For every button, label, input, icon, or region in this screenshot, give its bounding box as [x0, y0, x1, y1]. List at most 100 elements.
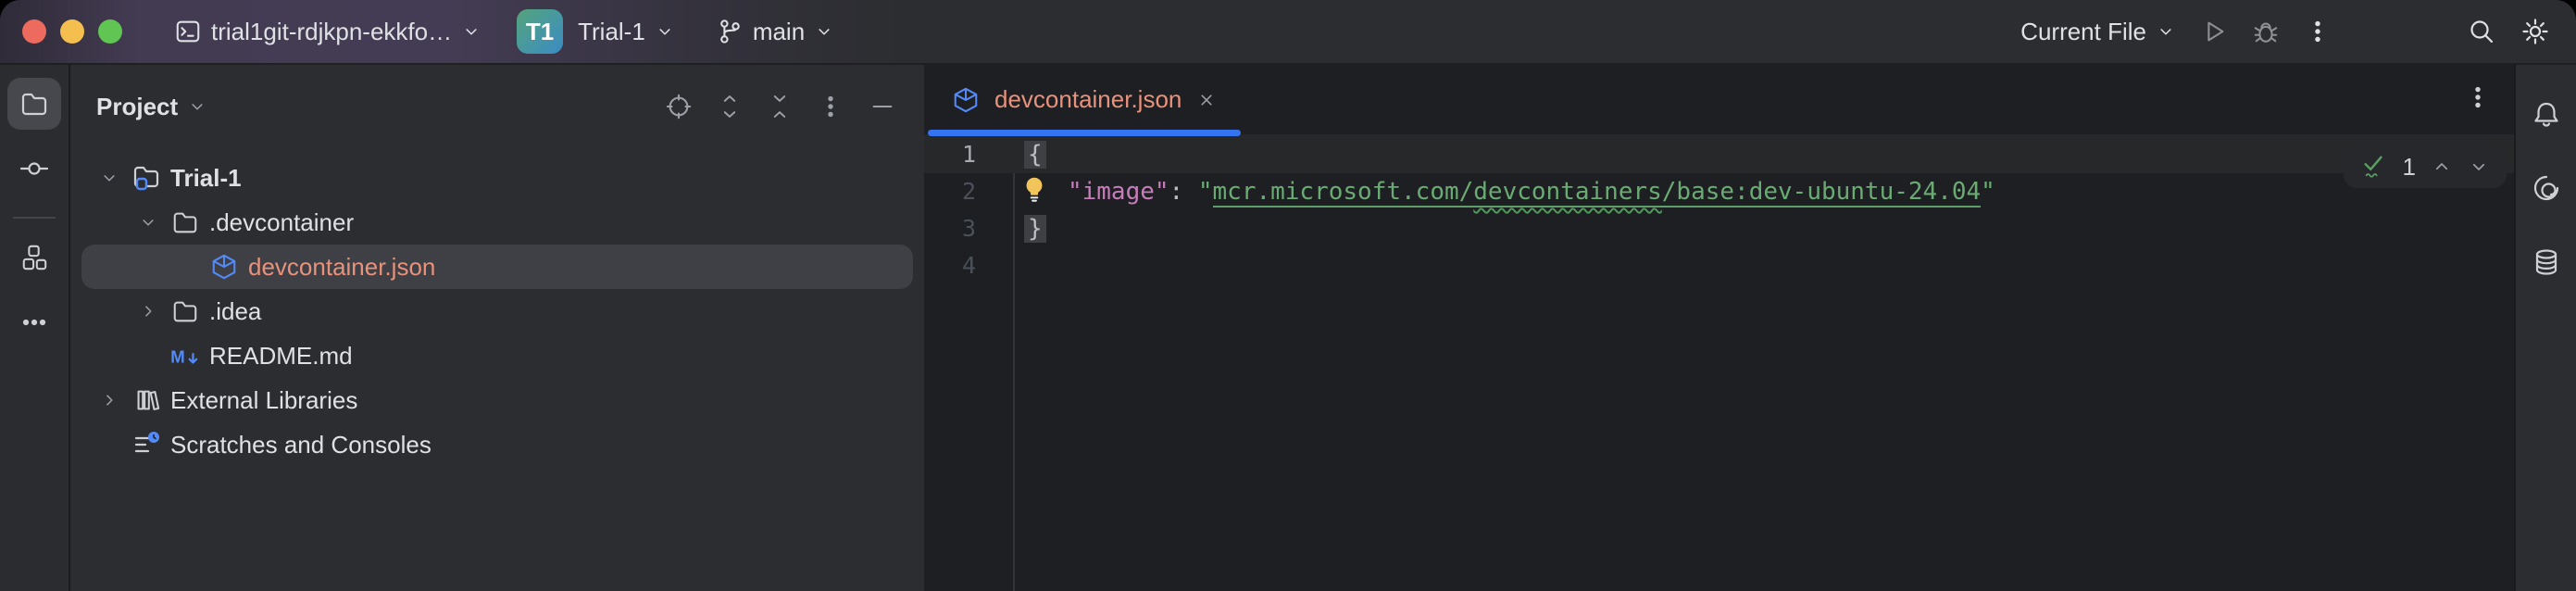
run-configuration-selector[interactable]: Current File — [2020, 18, 2176, 46]
ai-assistant-icon[interactable] — [2532, 173, 2561, 203]
chevron-down-icon[interactable] — [2468, 156, 2490, 178]
window-title-widget[interactable]: trial1git-rdjkpn-ekkfo… — [174, 18, 481, 46]
project-badge[interactable]: T1 — [517, 9, 563, 54]
debug-icon[interactable] — [2252, 18, 2280, 45]
line-number[interactable]: 1 — [924, 136, 1013, 173]
project-tree: Trial-1 .devcontainer devcontainer.json .id… — [70, 148, 924, 467]
branch-name: main — [753, 18, 805, 46]
code-token: /base:dev-ubuntu-24.04 — [1662, 178, 1981, 207]
tree-item-devcontainer-json[interactable]: devcontainer.json — [81, 245, 913, 289]
inspection-count: 1 — [2403, 153, 2416, 182]
tree-item-scratches-and-consoles[interactable]: Scratches and Consoles — [81, 422, 913, 467]
library-icon — [128, 386, 165, 414]
code-line-2[interactable]: 2 "image": "mcr.microsoft.com/devcontain… — [924, 173, 2514, 210]
chevron-down-icon — [461, 21, 481, 42]
line-number[interactable]: 2 — [924, 173, 1013, 210]
chevron-down-icon[interactable] — [91, 168, 128, 188]
intention-bulb-icon[interactable] — [1020, 175, 1048, 214]
hide-icon[interactable] — [869, 93, 896, 120]
tree-item-label: Scratches and Consoles — [170, 431, 431, 459]
code-token: { — [1024, 141, 1046, 169]
structure-icon — [20, 244, 48, 271]
project-folder-tool-button[interactable] — [7, 78, 61, 130]
project-selector[interactable]: Trial-1 — [578, 18, 675, 46]
window-title: trial1git-rdjkpn-ekkfo… — [211, 18, 452, 46]
expand-all-icon[interactable] — [717, 94, 743, 119]
chevron-right-icon[interactable] — [91, 390, 128, 410]
chevron-up-icon[interactable] — [2431, 156, 2453, 178]
tree-item-trial-1[interactable]: Trial-1 — [81, 156, 913, 200]
tree-item-label: README.md — [209, 342, 353, 371]
tree-item--idea[interactable]: .idea — [81, 289, 913, 333]
code-line-4[interactable]: 4 — [924, 247, 2514, 284]
more-vertical-icon[interactable] — [2464, 83, 2492, 111]
macos-traffic-lights — [22, 19, 122, 44]
devcontainer-cube-icon — [952, 86, 980, 114]
tree-item-external-libraries[interactable]: External Libraries — [81, 378, 913, 422]
zoom-window-button[interactable] — [98, 19, 122, 44]
commit-tool-button[interactable] — [7, 143, 61, 195]
tree-item-readme-md[interactable]: MREADME.md — [81, 333, 913, 378]
more-vertical-icon[interactable] — [817, 93, 844, 120]
code-token: " — [1198, 178, 1213, 206]
code-line-1[interactable]: 1{ — [924, 136, 2514, 173]
close-window-button[interactable] — [22, 19, 46, 44]
code-token: mcr.microsoft.com/ — [1213, 178, 1474, 207]
scratches-icon — [128, 430, 165, 459]
run-config-label: Current File — [2020, 18, 2146, 46]
minimize-window-button[interactable] — [60, 19, 84, 44]
chevron-down-icon[interactable] — [130, 212, 167, 233]
code-token: " — [1981, 178, 1995, 206]
editor-tab-bar: devcontainer.json — [924, 65, 2514, 136]
search-icon[interactable] — [2467, 17, 2496, 46]
tree-item-label: External Libraries — [170, 386, 357, 415]
check-ok-icon — [2360, 153, 2388, 181]
active-tab-indicator — [928, 130, 1241, 136]
markdown-icon: M — [167, 342, 204, 370]
title-bar: trial1git-rdjkpn-ekkfo… T1 Trial-1 main … — [0, 0, 2576, 65]
project-folder-icon — [19, 89, 49, 119]
folder-icon — [167, 208, 204, 236]
code-token: devcontainers — [1473, 178, 1662, 207]
chevron-right-icon[interactable] — [130, 301, 167, 321]
tab-devcontainer-json[interactable]: devcontainer.json — [928, 65, 1241, 134]
vcs-branch-selector[interactable]: main — [716, 18, 834, 46]
tree-item-label: .idea — [209, 297, 261, 326]
git-branch-icon — [716, 18, 744, 45]
close-icon[interactable] — [1196, 90, 1217, 110]
project-panel-title[interactable]: Project — [96, 93, 178, 121]
chevron-down-icon — [814, 21, 834, 42]
line-number[interactable]: 3 — [924, 210, 1013, 247]
more-horizontal-icon — [19, 308, 49, 337]
ide-window: trial1git-rdjkpn-ekkfo… T1 Trial-1 main … — [0, 0, 2576, 591]
run-icon[interactable] — [2200, 18, 2228, 45]
inspections-widget[interactable]: 1 — [2344, 145, 2507, 188]
commit-icon — [19, 154, 49, 183]
code-token: } — [1024, 215, 1046, 243]
line-number[interactable]: 4 — [924, 247, 1013, 284]
tree-item-label: devcontainer.json — [248, 253, 435, 282]
settings-gear-icon[interactable] — [2520, 17, 2550, 46]
tree-item-label: .devcontainer — [209, 208, 354, 237]
chevron-down-icon — [655, 21, 675, 42]
database-icon[interactable] — [2532, 247, 2561, 277]
more-vertical-icon[interactable] — [2304, 18, 2332, 45]
project-tool-window: Project Trial-1 .devcontainer devcontainer… — [70, 65, 924, 591]
editor-area: devcontainer.json 1{2 "image": "mcr.micr… — [924, 65, 2514, 591]
code-line-3[interactable]: 3} — [924, 210, 2514, 247]
locate-icon[interactable] — [665, 93, 693, 120]
notifications-bell-icon[interactable] — [2532, 99, 2561, 129]
chevron-down-icon[interactable] — [187, 96, 207, 117]
code-editor[interactable]: 1{2 "image": "mcr.microsoft.com/devconta… — [924, 136, 2514, 591]
devcontainer-cube-icon — [206, 253, 243, 281]
left-tool-strip — [0, 65, 70, 591]
tab-label: devcontainer.json — [994, 85, 1182, 114]
collapse-all-icon[interactable] — [767, 94, 793, 119]
right-tool-strip — [2514, 65, 2576, 591]
tree-item--devcontainer[interactable]: .devcontainer — [81, 200, 913, 245]
more-horizontal-tool-button[interactable] — [7, 296, 61, 348]
project-folder-badge-icon — [128, 163, 165, 193]
chevron-down-icon — [2156, 21, 2176, 42]
structure-tool-button[interactable] — [7, 232, 61, 283]
folder-icon — [167, 297, 204, 325]
